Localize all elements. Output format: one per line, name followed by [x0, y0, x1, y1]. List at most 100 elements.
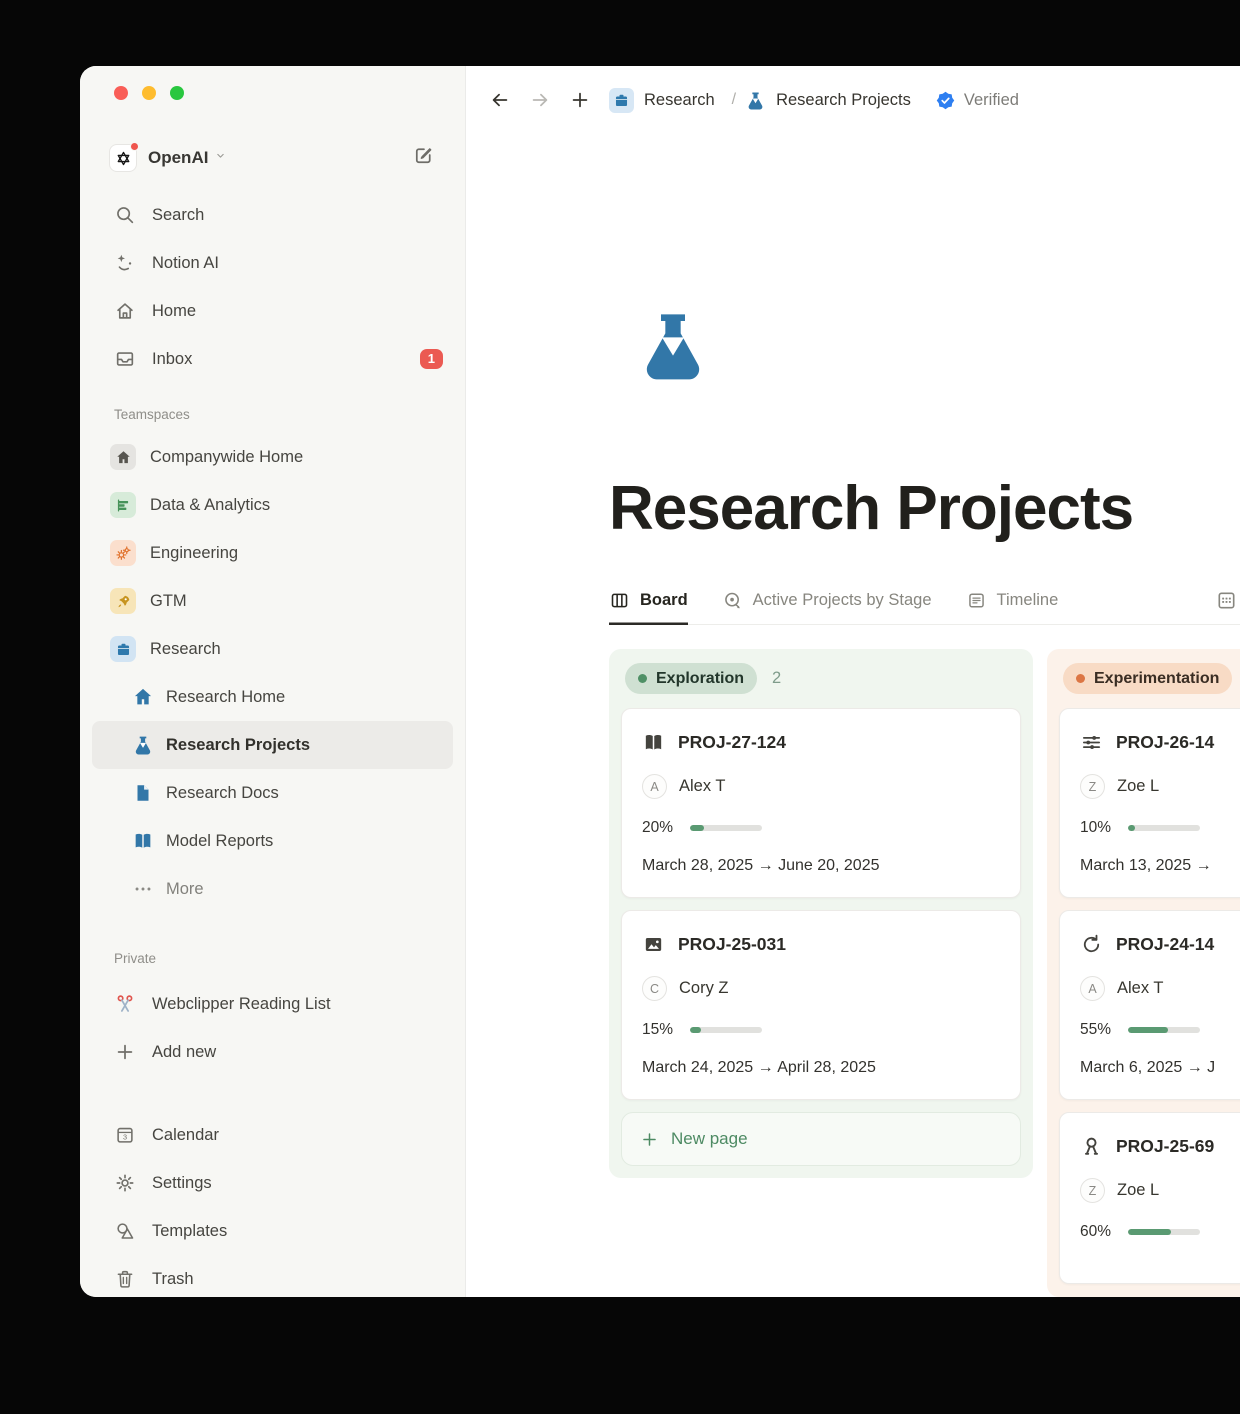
progress-label: 60%: [1080, 1223, 1128, 1241]
avatar: A: [642, 774, 667, 799]
sidebar-item-label: Companywide Home: [150, 448, 303, 467]
zoom-window-button[interactable]: [170, 86, 184, 100]
minimize-window-button[interactable]: [142, 86, 156, 100]
private-list: Webclipper Reading List Add new: [80, 980, 465, 1076]
refresh-icon: [1080, 933, 1103, 956]
sidebar-item-engineering[interactable]: Engineering: [92, 529, 453, 577]
new-page-label: New page: [671, 1129, 748, 1149]
project-card[interactable]: PROJ-25-69 Z Zoe L 60%: [1059, 1112, 1240, 1284]
project-card[interactable]: PROJ-27-124 A Alex T 20% March 28, 2025 …: [621, 708, 1021, 898]
topbar: Research / Research Projects Verified: [466, 66, 1240, 134]
progress-bar: [1128, 825, 1200, 831]
sidebar-item-research-home[interactable]: Research Home: [92, 673, 453, 721]
workspace-switcher[interactable]: OpenAI: [80, 136, 465, 180]
project-card[interactable]: PROJ-26-14 Z Zoe L 10% March 13, 2025 →: [1059, 708, 1240, 898]
sidebar-item-label: Settings: [152, 1174, 212, 1193]
sidebar-item-webclipper-reading-list[interactable]: Webclipper Reading List: [92, 980, 453, 1028]
progress-bar: [1128, 1027, 1200, 1033]
chevron-down-icon: [214, 149, 227, 167]
sidebar-item-trash[interactable]: Trash: [92, 1255, 453, 1297]
workspace-name: OpenAI: [148, 148, 208, 168]
bar-chart-icon: [110, 492, 136, 518]
breadcrumb-research[interactable]: Research: [609, 88, 715, 113]
notion-ai-icon: [114, 252, 136, 274]
breadcrumb-label: Research: [644, 91, 715, 110]
sidebar-item-companywide-home[interactable]: Companywide Home: [92, 433, 453, 481]
board-icon: [609, 590, 630, 611]
sidebar-item-label: Home: [152, 302, 196, 321]
progress-label: 55%: [1080, 1021, 1128, 1039]
tab-label: Board: [640, 591, 688, 610]
sidebar-item-gtm[interactable]: GTM: [92, 577, 453, 625]
project-card[interactable]: PROJ-24-14 A Alex T 55% March 6, 2025 → …: [1059, 910, 1240, 1100]
sidebar-item-research[interactable]: Research: [92, 625, 453, 673]
sidebar-item-research-projects[interactable]: Research Projects: [92, 721, 453, 769]
sidebar-item-label: Model Reports: [166, 832, 273, 851]
sidebar-item-model-reports[interactable]: Model Reports: [92, 817, 453, 865]
sidebar-footer: Calendar Settings Templates Trash: [80, 1111, 465, 1297]
sidebar-item-templates[interactable]: Templates: [92, 1207, 453, 1255]
sidebar-item-notion-ai[interactable]: Notion AI: [92, 239, 453, 287]
openai-logo-icon: [110, 145, 136, 171]
sidebar-item-more[interactable]: More: [92, 865, 453, 913]
sidebar-item-home[interactable]: Home: [92, 287, 453, 335]
new-page-button[interactable]: New page: [621, 1112, 1021, 1166]
forward-button[interactable]: [529, 89, 551, 111]
sliders-icon: [1080, 731, 1103, 754]
verified-label: Verified: [964, 91, 1019, 110]
tab-label: Timeline: [997, 591, 1059, 610]
sidebar-item-label: Search: [152, 206, 204, 225]
sidebar-item-label: Engineering: [150, 544, 238, 563]
sidebar-item-calendar[interactable]: Calendar: [92, 1111, 453, 1159]
verified-badge[interactable]: Verified: [935, 90, 1019, 111]
compose-button[interactable]: [412, 144, 435, 172]
avatar: Z: [1080, 1178, 1105, 1203]
sidebar-item-search[interactable]: Search: [92, 191, 453, 239]
sidebar-item-inbox[interactable]: Inbox 1: [92, 335, 453, 383]
sidebar-item-data-analytics[interactable]: Data & Analytics: [92, 481, 453, 529]
plus-icon: [640, 1130, 659, 1149]
sidebar-item-label: GTM: [150, 592, 187, 611]
house-icon: [132, 686, 154, 708]
new-page-button[interactable]: [569, 89, 591, 111]
tab-label: Active Projects by Stage: [753, 591, 932, 610]
progress-bar: [690, 825, 762, 831]
assignee-name: Alex T: [679, 777, 725, 796]
date-range: March 13, 2025 →: [1080, 857, 1240, 875]
tab-active-projects-by-stage[interactable]: Active Projects by Stage: [722, 577, 932, 625]
tab-calendar-icon[interactable]: [1215, 589, 1240, 612]
column-count: 2: [772, 669, 781, 688]
verified-seal-icon: [935, 90, 956, 111]
close-window-button[interactable]: [114, 86, 128, 100]
shapes-icon: [114, 1220, 136, 1242]
back-button[interactable]: [489, 89, 511, 111]
sidebar-item-label: Webclipper Reading List: [152, 995, 331, 1014]
project-card[interactable]: PROJ-25-031 C Cory Z 15% March 24, 2025 …: [621, 910, 1021, 1100]
tab-board[interactable]: Board: [609, 577, 688, 625]
breadcrumb-research-projects[interactable]: Research Projects: [745, 90, 911, 111]
sidebar-item-label: Research Docs: [166, 784, 279, 803]
search-icon: [114, 204, 136, 226]
project-id: PROJ-24-14: [1116, 934, 1214, 955]
tab-timeline[interactable]: Timeline: [966, 577, 1059, 625]
date-range: March 24, 2025 → April 28, 2025: [642, 1059, 1000, 1077]
clipboard-icon: [110, 636, 136, 662]
sidebar-item-label: Research Home: [166, 688, 285, 707]
progress-label: 10%: [1080, 819, 1128, 837]
assignee-name: Zoe L: [1117, 777, 1159, 796]
column-name: Experimentation: [1094, 670, 1219, 688]
column-status-pill[interactable]: Exploration: [625, 663, 757, 694]
main-area: Research / Research Projects Verified Re…: [466, 66, 1240, 1297]
open-book-icon: [642, 731, 665, 754]
screenshot-stage: OpenAI Search Notion AI Home: [0, 0, 1240, 1414]
sidebar-item-research-docs[interactable]: Research Docs: [92, 769, 453, 817]
column-status-pill[interactable]: Experimentation: [1063, 663, 1232, 694]
assignee-name: Cory Z: [679, 979, 729, 998]
sidebar-item-label: Inbox: [152, 350, 192, 369]
breadcrumb-separator: /: [732, 91, 736, 109]
gear-icon: [114, 1172, 136, 1194]
page-flask-icon[interactable]: [633, 305, 1240, 385]
plus-icon: [114, 1041, 136, 1063]
sidebar-item-add-new[interactable]: Add new: [92, 1028, 453, 1076]
sidebar-item-settings[interactable]: Settings: [92, 1159, 453, 1207]
